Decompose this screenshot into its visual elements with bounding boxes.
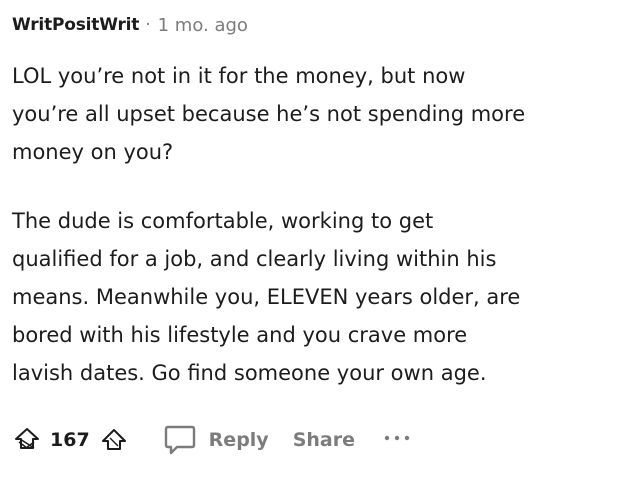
text-line: LOL you’re not in it for the money, but … xyxy=(12,64,466,88)
comment-paragraph-2: The dude is comfortable, working to get … xyxy=(12,202,612,392)
text-line: you’re all upset because he’s not spendi… xyxy=(12,102,526,126)
text-line: bored with his lifestyle and you crave m… xyxy=(12,323,468,347)
meta-separator: · xyxy=(145,15,151,35)
text-line: qualified for a job, and clearly living … xyxy=(12,247,497,271)
comment-paragraph-1: LOL you’re not in it for the money, but … xyxy=(12,57,612,171)
text-line: lavish dates. Go find someone your own a… xyxy=(12,361,487,385)
comment-actions: 167 Reply Share xyxy=(12,420,413,460)
upvote-icon[interactable] xyxy=(12,425,42,455)
text-line: money on you? xyxy=(12,140,174,164)
share-button[interactable]: Share xyxy=(293,429,355,451)
reply-label: Reply xyxy=(208,429,269,451)
comment-author[interactable]: WritPositWrit xyxy=(12,15,139,35)
comment-timestamp[interactable]: 1 mo. ago xyxy=(158,15,248,36)
reply-button[interactable]: Reply xyxy=(163,424,269,456)
ellipsis-icon xyxy=(384,435,410,441)
comment-meta: WritPositWrit · 1 mo. ago xyxy=(12,12,248,38)
text-line: means. Meanwhile you, ELEVEN years older… xyxy=(12,285,521,309)
downvote-icon[interactable] xyxy=(99,425,129,455)
share-label: Share xyxy=(292,429,355,451)
more-options-button[interactable] xyxy=(383,435,413,445)
text-line: The dude is comfortable, working to get xyxy=(12,209,434,233)
vote-score: 167 xyxy=(50,429,90,451)
comment-bubble-icon xyxy=(163,424,197,456)
